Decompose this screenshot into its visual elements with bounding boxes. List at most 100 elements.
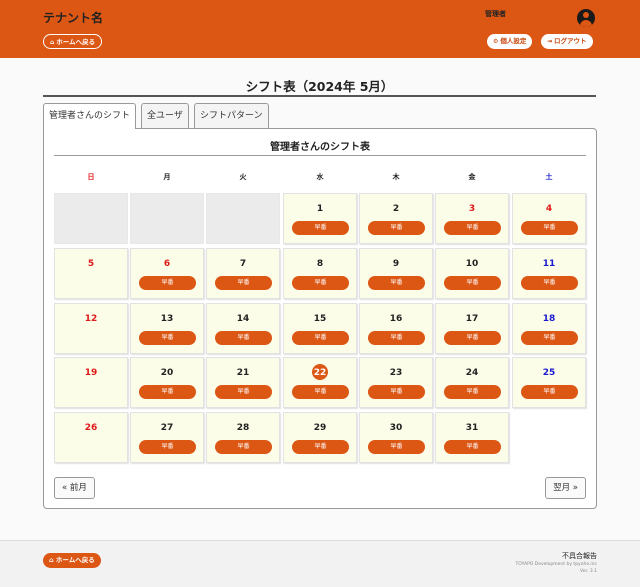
shift-badge[interactable]: 早番	[444, 221, 501, 235]
weekday-header: 木	[392, 173, 400, 181]
day-number: 12	[84, 314, 98, 324]
calendar-day-cell[interactable]: 11 早番	[512, 248, 586, 299]
shift-badge[interactable]: 早番	[368, 440, 425, 454]
day-number: 1	[316, 204, 324, 214]
settings-button-label: 個人設定	[500, 37, 527, 45]
weekday-header: 火	[239, 173, 247, 181]
day-number: 20	[160, 368, 174, 378]
shift-badge[interactable]: 早番	[215, 440, 272, 454]
day-number: 29	[313, 423, 327, 433]
calendar-day-cell[interactable]: 20 早番	[130, 357, 204, 408]
day-number: 28	[236, 423, 250, 433]
shift-badge[interactable]: 早番	[139, 331, 196, 345]
copyright-line: TOYAPO Development by tpyoho.inc	[515, 562, 597, 567]
calendar-day-cell[interactable]: 19	[54, 357, 128, 408]
calendar-day-cell[interactable]: 9 早番	[359, 248, 433, 299]
day-number: 27	[160, 423, 174, 433]
shift-badge[interactable]: 早番	[292, 331, 349, 345]
shift-badge[interactable]: 早番	[521, 331, 578, 345]
shift-badge[interactable]: 早番	[139, 385, 196, 399]
day-number: 19	[84, 368, 98, 378]
logout-button[interactable]: ⇥ ログアウト	[541, 34, 593, 49]
calendar-day-cell[interactable]: 18 早番	[512, 303, 586, 354]
calendar-day-cell[interactable]: 5	[54, 248, 128, 299]
shift-badge[interactable]: 早番	[215, 276, 272, 290]
calendar-cell-empty	[54, 193, 128, 244]
weekday-header: 水	[316, 173, 324, 181]
tab-all-users[interactable]: 全ユーザ	[141, 103, 189, 128]
home-button-label: ホームへ戻る	[56, 38, 96, 46]
calendar-day-cell[interactable]: 17 早番	[435, 303, 509, 354]
day-number: 23	[389, 368, 403, 378]
settings-button[interactable]: ⚙ 個人設定	[487, 34, 533, 49]
gear-icon: ⚙	[493, 38, 499, 45]
calendar-day-cell[interactable]: 22 早番	[283, 357, 357, 408]
bug-report-link[interactable]: 不具合報告	[562, 551, 597, 561]
day-number: 17	[465, 314, 479, 324]
title-divider	[43, 95, 596, 97]
calendar-day-cell[interactable]: 31 早番	[435, 412, 509, 463]
shift-badge[interactable]: 早番	[215, 331, 272, 345]
shift-badge[interactable]: 早番	[215, 385, 272, 399]
tab-shift-patterns[interactable]: シフトパターン	[194, 103, 269, 128]
user-circle-icon[interactable]	[577, 9, 595, 27]
calendar-day-cell[interactable]: 15 早番	[283, 303, 357, 354]
day-number: 31	[465, 423, 479, 433]
home-icon: ⌂	[50, 39, 55, 46]
shift-badge[interactable]: 早番	[521, 221, 578, 235]
shift-badge[interactable]: 早番	[368, 221, 425, 235]
day-number: 11	[542, 259, 556, 269]
calendar-day-cell[interactable]: 16 早番	[359, 303, 433, 354]
shift-badge[interactable]: 早番	[521, 385, 578, 399]
calendar-title: 管理者さんのシフト表	[270, 142, 370, 153]
weekday-header: 月	[163, 173, 171, 181]
calendar-day-cell[interactable]: 8 早番	[283, 248, 357, 299]
shift-badge[interactable]: 早番	[368, 276, 425, 290]
calendar-day-cell[interactable]: 7 早番	[206, 248, 280, 299]
calendar-day-cell[interactable]: 3 早番	[435, 193, 509, 244]
calendar-cell-empty	[130, 193, 204, 244]
calendar-day-cell[interactable]: 14 早番	[206, 303, 280, 354]
shift-badge[interactable]: 早番	[444, 331, 501, 345]
home-button-bottom[interactable]: ⌂ ホームへ戻る	[43, 553, 101, 568]
shift-badge[interactable]: 早番	[292, 440, 349, 454]
calendar-day-cell[interactable]: 25 早番	[512, 357, 586, 408]
calendar-day-cell[interactable]: 23 早番	[359, 357, 433, 408]
home-button-top[interactable]: ⌂ ホームへ戻る	[43, 34, 103, 49]
calendar-day-cell[interactable]: 27 早番	[130, 412, 204, 463]
shift-badge[interactable]: 早番	[444, 385, 501, 399]
calendar-day-cell[interactable]: 29 早番	[283, 412, 357, 463]
shift-badge[interactable]: 早番	[139, 440, 196, 454]
day-number: 15	[313, 314, 327, 324]
calendar-day-cell[interactable]: 13 早番	[130, 303, 204, 354]
calendar-day-cell[interactable]: 2 早番	[359, 193, 433, 244]
calendar-day-cell[interactable]: 10 早番	[435, 248, 509, 299]
shift-badge[interactable]: 早番	[444, 276, 501, 290]
day-number: 22	[313, 368, 327, 378]
day-number: 16	[389, 314, 403, 324]
calendar-day-cell[interactable]: 30 早番	[359, 412, 433, 463]
calendar-day-cell[interactable]: 1 早番	[283, 193, 357, 244]
next-month-button[interactable]: 翌月 »	[545, 477, 586, 499]
shift-badge[interactable]: 早番	[292, 385, 349, 399]
day-number: 25	[542, 368, 556, 378]
calendar-day-cell[interactable]: 28 早番	[206, 412, 280, 463]
tab-my-shift[interactable]: 管理者さんのシフト	[43, 103, 137, 129]
shift-badge[interactable]: 早番	[444, 440, 501, 454]
home-button-label: ホームへ戻る	[55, 556, 95, 564]
calendar-day-cell[interactable]: 24 早番	[435, 357, 509, 408]
calendar-day-cell[interactable]: 26	[54, 412, 128, 463]
calendar-day-cell[interactable]: 4 早番	[512, 193, 586, 244]
calendar-day-cell[interactable]: 21 早番	[206, 357, 280, 408]
shift-badge[interactable]: 早番	[292, 221, 349, 235]
prev-month-button[interactable]: « 前月	[54, 477, 95, 499]
shift-badge[interactable]: 早番	[368, 385, 425, 399]
page-title: シフト表（2024年 5月）	[245, 79, 394, 94]
calendar-day-cell[interactable]: 12	[54, 303, 128, 354]
tenant-name: テナント名	[43, 11, 104, 25]
calendar-day-cell[interactable]: 6 早番	[130, 248, 204, 299]
shift-badge[interactable]: 早番	[139, 276, 196, 290]
shift-badge[interactable]: 早番	[368, 331, 425, 345]
shift-badge[interactable]: 早番	[521, 276, 578, 290]
shift-badge[interactable]: 早番	[292, 276, 349, 290]
